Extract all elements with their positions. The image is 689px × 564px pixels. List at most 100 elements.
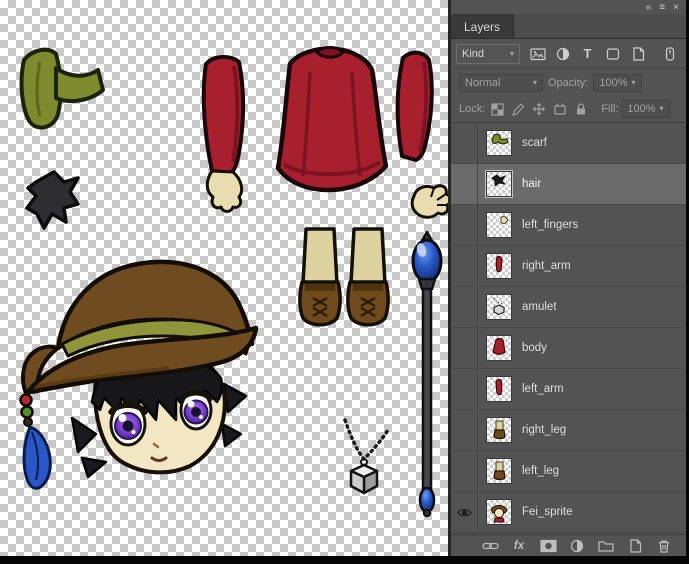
- visibility-toggle[interactable]: [451, 369, 478, 410]
- chevron-down-icon: ▾: [632, 79, 636, 87]
- layer-name: amulet: [522, 301, 557, 313]
- layer-name: left_leg: [522, 465, 559, 477]
- layer-row[interactable]: body: [451, 328, 686, 369]
- blend-row: Normal ▾ Opacity: 100% ▾: [451, 69, 686, 96]
- layers-toolbar: fx: [451, 534, 686, 556]
- delete-layer-trash-icon[interactable]: [655, 538, 673, 554]
- collapse-panels-icon[interactable]: «: [646, 3, 652, 13]
- layer-name: right_arm: [522, 260, 571, 272]
- shape-filter-icon[interactable]: [601, 44, 624, 64]
- lock-row: Lock: Fill: 100% ▾: [451, 96, 686, 123]
- blend-mode-select[interactable]: Normal ▾: [459, 74, 543, 92]
- window-bottom-edge: [0, 556, 689, 564]
- sprite-sheet: [0, 0, 448, 556]
- sprite-hair-tuft: [27, 172, 78, 228]
- layer-row[interactable]: left_leg: [451, 451, 686, 492]
- layer-row[interactable]: amulet: [451, 287, 686, 328]
- sprite-left-arm: [398, 53, 432, 160]
- visibility-toggle[interactable]: [451, 451, 478, 492]
- smart-object-filter-icon[interactable]: [626, 44, 649, 64]
- layer-row[interactable]: left_arm: [451, 369, 686, 410]
- new-adjustment-layer-icon[interactable]: [568, 538, 586, 554]
- layer-thumbnail[interactable]: [486, 253, 512, 279]
- visibility-toggle[interactable]: [451, 287, 478, 328]
- visibility-toggle[interactable]: [451, 123, 478, 164]
- panel-chrome: « ≡ ×: [451, 0, 686, 14]
- layer-filter-row: Kind ▾ T: [451, 39, 686, 69]
- new-group-folder-icon[interactable]: [597, 538, 615, 554]
- lock-artboard-icon[interactable]: [551, 101, 569, 118]
- layer-thumbnail[interactable]: [486, 130, 512, 156]
- sprite-right-arm: [204, 57, 243, 212]
- layer-styles-fx-icon[interactable]: fx: [510, 538, 528, 554]
- layer-thumbnail[interactable]: [486, 376, 512, 402]
- sprite-scarf: [22, 50, 103, 128]
- photoshop-window: « ≡ × Layers Kind ▾ T: [0, 0, 689, 564]
- visibility-toggle[interactable]: [451, 410, 478, 451]
- panel-tab-strip: Layers: [451, 14, 686, 39]
- lock-transparency-icon[interactable]: [488, 101, 506, 118]
- visibility-toggle[interactable]: [451, 328, 478, 369]
- pixel-filter-icon[interactable]: [526, 44, 549, 64]
- layers-list: scarf hair left_fingers right_armamulet body…: [451, 123, 686, 534]
- filter-kind-select[interactable]: Kind ▾: [456, 44, 520, 64]
- tab-layers[interactable]: Layers: [451, 14, 514, 38]
- chevron-down-icon: ▾: [533, 79, 537, 87]
- layer-name: left_fingers: [522, 219, 578, 231]
- layer-name: body: [522, 342, 547, 354]
- sprite-body: [278, 48, 386, 191]
- lock-position-icon[interactable]: [530, 101, 548, 118]
- lock-all-icon[interactable]: [572, 101, 590, 118]
- opacity-input[interactable]: 100% ▾: [593, 74, 641, 92]
- filter-switch-icon[interactable]: [658, 44, 681, 64]
- document-canvas[interactable]: [0, 0, 448, 556]
- layer-thumbnail[interactable]: [486, 335, 512, 361]
- sprite-head: [21, 262, 257, 488]
- type-filter-icon[interactable]: T: [576, 44, 599, 64]
- tab-strip-spacer: [514, 14, 686, 38]
- lock-label: Lock:: [459, 103, 485, 115]
- link-layers-icon[interactable]: [481, 538, 499, 554]
- layer-name: hair: [522, 178, 541, 190]
- fill-input[interactable]: 100% ▾: [621, 100, 669, 118]
- adjustment-filter-icon[interactable]: [551, 44, 574, 64]
- visibility-toggle[interactable]: [451, 246, 478, 287]
- new-layer-icon[interactable]: [626, 538, 644, 554]
- layers-panel: « ≡ × Layers Kind ▾ T: [451, 0, 686, 556]
- layer-row[interactable]: right_arm: [451, 246, 686, 287]
- layer-name: right_leg: [522, 424, 566, 436]
- chevron-down-icon: ▾: [660, 105, 664, 113]
- layer-row[interactable]: hair: [451, 164, 686, 205]
- layer-thumbnail[interactable]: [486, 212, 512, 238]
- layer-row[interactable]: left_fingers: [451, 205, 686, 246]
- layer-thumbnail[interactable]: [486, 417, 512, 443]
- panel-menu-icon[interactable]: ≡: [659, 3, 665, 13]
- visibility-eye-icon[interactable]: [451, 492, 478, 533]
- opacity-label: Opacity:: [548, 77, 588, 89]
- layer-thumbnail[interactable]: [486, 458, 512, 484]
- visibility-toggle[interactable]: [451, 164, 478, 205]
- chevron-down-icon: ▾: [510, 50, 514, 58]
- layer-thumbnail[interactable]: [486, 171, 512, 197]
- lock-pixels-brush-icon[interactable]: [509, 101, 527, 118]
- kind-label: Kind: [462, 48, 484, 60]
- add-layer-mask-icon[interactable]: [539, 538, 557, 554]
- blend-mode-value: Normal: [465, 77, 500, 89]
- sprite-right-leg: [300, 229, 340, 325]
- layer-name: scarf: [522, 137, 547, 149]
- fill-value: 100%: [627, 103, 655, 115]
- sprite-staff: [413, 232, 441, 516]
- sprite-left-fingers: [412, 186, 448, 218]
- opacity-value: 100%: [599, 77, 627, 89]
- sprite-left-leg: [348, 229, 388, 325]
- layer-name: left_arm: [522, 383, 564, 395]
- visibility-toggle[interactable]: [451, 205, 478, 246]
- close-icon[interactable]: ×: [673, 3, 679, 13]
- fill-label: Fill:: [601, 103, 618, 115]
- layer-thumbnail[interactable]: [486, 294, 512, 320]
- layer-row[interactable]: Fei_sprite: [451, 492, 686, 533]
- layer-name: Fei_sprite: [522, 506, 573, 518]
- layer-thumbnail[interactable]: [486, 499, 512, 525]
- layer-row[interactable]: scarf: [451, 123, 686, 164]
- layer-row[interactable]: right_leg: [451, 410, 686, 451]
